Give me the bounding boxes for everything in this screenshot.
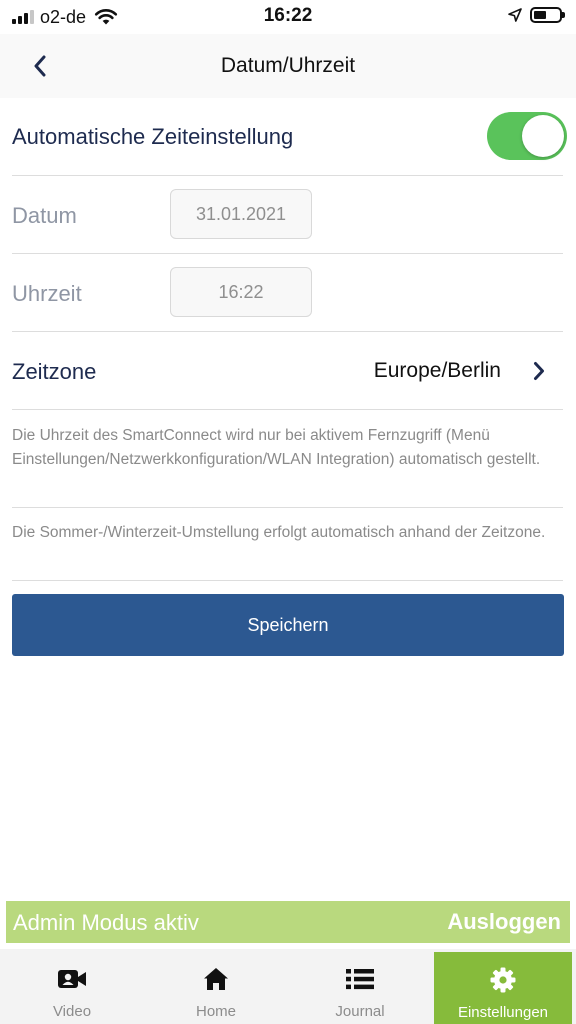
date-row: Datum 31.01.2021 — [12, 176, 563, 254]
tab-home-label: Home — [195, 1003, 236, 1020]
list-icon — [346, 969, 374, 990]
tab-journal-label: Journal — [335, 1003, 385, 1020]
tab-settings[interactable]: Einstellungen — [434, 952, 572, 1024]
tab-journal[interactable]: Journal — [288, 949, 432, 1024]
gear-icon — [490, 967, 516, 993]
auto-time-row: Automatische Zeiteinstellung — [12, 98, 567, 176]
timezone-label: Zeitzone — [12, 359, 97, 384]
video-icon — [58, 970, 86, 988]
dst-note: Die Sommer-/Winterzeit-Umstellung erfolg… — [12, 521, 563, 581]
home-icon — [204, 968, 228, 990]
screen: o2-de 16:22 Datum/Uhrzeit Automatische Z… — [0, 0, 576, 1024]
date-label: Datum — [12, 203, 77, 228]
tab-video-label: Video — [52, 1003, 92, 1020]
page-title: Datum/Uhrzeit — [220, 54, 356, 77]
chevron-right-icon — [529, 359, 549, 383]
save-button[interactable]: Speichern — [12, 594, 564, 656]
time-field[interactable]: 16:22 — [170, 267, 312, 317]
navigation-bar: Datum/Uhrzeit — [0, 34, 576, 98]
logout-button[interactable]: Ausloggen — [447, 909, 561, 935]
date-field[interactable]: 31.01.2021 — [170, 189, 312, 239]
location-icon — [508, 8, 522, 22]
tab-video[interactable]: Video — [0, 949, 144, 1024]
auto-time-label: Automatische Zeiteinstellung — [12, 124, 294, 149]
admin-banner: Admin Modus aktiv Ausloggen — [6, 901, 570, 943]
time-row: Uhrzeit 16:22 — [12, 254, 563, 332]
timezone-row[interactable]: Zeitzone Europe/Berlin — [12, 332, 563, 410]
tab-bar: Video Home Journal Einstellungen — [0, 949, 576, 1024]
status-time: 16:22 — [263, 5, 313, 26]
tab-settings-label: Einstellungen — [457, 1004, 549, 1021]
toggle-knob — [522, 115, 564, 157]
auto-time-toggle[interactable] — [487, 112, 567, 160]
timezone-value: Europe/Berlin — [373, 359, 501, 382]
battery-icon — [530, 7, 565, 23]
tab-home[interactable]: Home — [144, 949, 288, 1024]
status-bar: o2-de 16:22 — [0, 0, 576, 34]
status-bar-right — [508, 7, 565, 23]
admin-mode-text: Admin Modus aktiv — [13, 910, 199, 935]
sync-note: Die Uhrzeit des SmartConnect wird nur be… — [12, 424, 563, 508]
time-label: Uhrzeit — [12, 281, 82, 306]
